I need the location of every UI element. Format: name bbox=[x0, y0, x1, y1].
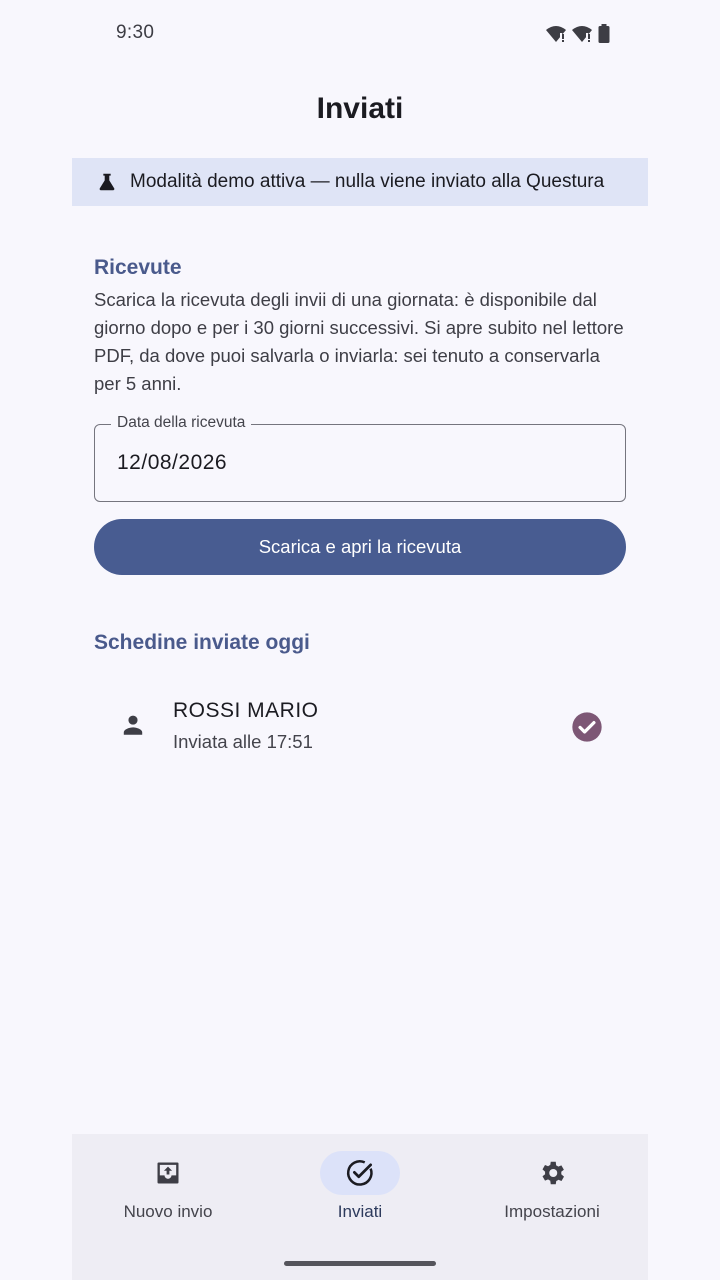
check-circle-icon bbox=[572, 712, 602, 742]
sent-today-title: Schedine inviate oggi bbox=[94, 631, 310, 654]
outbox-icon bbox=[157, 1162, 179, 1184]
item-name: ROSSI MARIO bbox=[173, 699, 319, 722]
status-icons bbox=[546, 24, 610, 43]
receipt-date-label: Data della ricevuta bbox=[111, 414, 252, 432]
nav-icon-container bbox=[128, 1151, 208, 1195]
flask-icon bbox=[99, 173, 115, 191]
list-item[interactable]: ROSSI MARIO Inviata alle 17:51 bbox=[94, 684, 626, 770]
wifi-icon bbox=[572, 25, 592, 42]
battery-icon bbox=[598, 24, 610, 43]
status-bar: 9:30 bbox=[72, 0, 648, 68]
status-time: 9:30 bbox=[116, 22, 155, 43]
receipt-date-field[interactable]: Data della ricevuta 12/08/2026 bbox=[94, 414, 626, 502]
check-circle-outline-icon bbox=[346, 1160, 373, 1186]
nav-label: Nuovo invio bbox=[123, 1202, 213, 1221]
nav-item-settings[interactable]: Impostazioni bbox=[456, 1134, 648, 1244]
receipts-description: Scarica la ricevuta degli invii di una g… bbox=[94, 289, 624, 394]
nav-label: Inviati bbox=[337, 1202, 383, 1221]
page-title: Inviati bbox=[316, 92, 404, 125]
receipt-date-value: 12/08/2026 bbox=[117, 451, 228, 474]
receipts-title: Ricevute bbox=[94, 256, 182, 279]
home-indicator[interactable] bbox=[284, 1261, 436, 1266]
demo-mode-banner: Modalità demo attiva — nulla viene invia… bbox=[72, 158, 648, 206]
nav-icon-container bbox=[320, 1151, 400, 1195]
gear-icon bbox=[542, 1161, 564, 1185]
nav-label: Impostazioni bbox=[504, 1202, 600, 1221]
wifi-icon bbox=[546, 25, 566, 42]
item-subtitle: Inviata alle 17:51 bbox=[173, 731, 313, 752]
screen: 9:30 Inviati Modalità demo attiva — null… bbox=[0, 0, 720, 1280]
banner-text: Modalità demo attiva — nulla viene invia… bbox=[130, 171, 605, 192]
person-icon bbox=[123, 715, 143, 735]
nav-icon-container bbox=[512, 1151, 592, 1195]
bottom-navigation: Nuovo invio Inviati Impostazioni bbox=[72, 1134, 648, 1280]
nav-item-sent[interactable]: Inviati bbox=[264, 1134, 456, 1244]
download-receipt-button[interactable]: Scarica e apri la ricevuta bbox=[94, 519, 626, 575]
nav-item-new-send[interactable]: Nuovo invio bbox=[72, 1134, 264, 1244]
